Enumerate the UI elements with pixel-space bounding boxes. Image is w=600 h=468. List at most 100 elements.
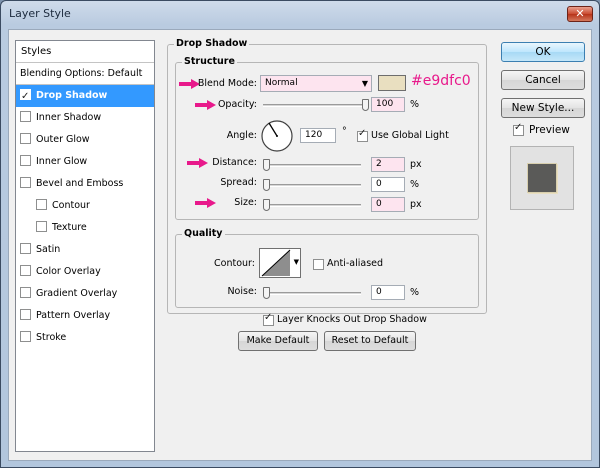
new-style-button[interactable]: New Style... bbox=[501, 98, 585, 118]
opacity-input[interactable]: 100 bbox=[371, 97, 405, 112]
size-unit: px bbox=[410, 199, 422, 210]
cancel-button[interactable]: Cancel bbox=[501, 70, 585, 90]
style-item-checkbox[interactable] bbox=[36, 221, 47, 232]
style-item-label: Pattern Overlay bbox=[36, 310, 111, 321]
style-item-label: Satin bbox=[36, 244, 61, 255]
spread-label: Spread: bbox=[220, 177, 257, 188]
structure-title: Structure bbox=[182, 56, 237, 67]
style-item-checkbox[interactable] bbox=[20, 243, 31, 254]
style-item-checkbox[interactable] bbox=[20, 111, 31, 122]
style-item-label: Contour bbox=[52, 200, 90, 211]
distance-input[interactable]: 2 bbox=[371, 157, 405, 172]
size-slider-thumb[interactable] bbox=[263, 199, 270, 211]
style-item-label: Stroke bbox=[36, 332, 67, 343]
ok-button[interactable]: OK bbox=[501, 42, 585, 62]
reset-to-default-button[interactable]: Reset to Default bbox=[324, 331, 416, 351]
contour-picker[interactable]: ▼ bbox=[259, 248, 301, 278]
style-item-stroke[interactable]: Stroke bbox=[16, 327, 154, 349]
size-slider-track[interactable] bbox=[263, 204, 361, 207]
size-label: Size: bbox=[234, 197, 257, 208]
blend-mode-value: Normal bbox=[265, 78, 298, 88]
style-item-label: Drop Shadow bbox=[36, 90, 108, 101]
distance-slider-track[interactable] bbox=[263, 164, 361, 167]
anti-aliased-checkbox[interactable] bbox=[313, 259, 324, 270]
style-item-gradient-overlay[interactable]: Gradient Overlay bbox=[16, 283, 154, 305]
quality-title: Quality bbox=[182, 228, 225, 239]
preview-swatch bbox=[527, 163, 557, 193]
angle-dial-icon[interactable] bbox=[260, 119, 294, 153]
size-input[interactable]: 0 bbox=[371, 197, 405, 212]
style-item-satin[interactable]: Satin bbox=[16, 239, 154, 261]
style-item-label: Texture bbox=[52, 222, 87, 233]
style-item-label: Gradient Overlay bbox=[36, 288, 118, 299]
style-item-checkbox[interactable] bbox=[20, 86, 31, 108]
style-item-label: Inner Shadow bbox=[36, 112, 102, 123]
style-item-checkbox[interactable] bbox=[20, 309, 31, 320]
style-item-contour[interactable]: Contour bbox=[16, 195, 154, 217]
preview-label: Preview bbox=[529, 124, 570, 136]
use-global-light-label: Use Global Light bbox=[371, 130, 449, 141]
title-bar[interactable]: Layer Style ✕ bbox=[1, 1, 599, 29]
style-item-pattern-overlay[interactable]: Pattern Overlay bbox=[16, 305, 154, 327]
styles-header[interactable]: Styles bbox=[16, 41, 154, 63]
style-item-checkbox[interactable] bbox=[36, 199, 47, 210]
style-item-inner-shadow[interactable]: Inner Shadow bbox=[16, 107, 154, 129]
distance-label: Distance: bbox=[212, 157, 257, 168]
blending-options-item[interactable]: Blending Options: Default bbox=[16, 63, 154, 85]
style-item-label: Inner Glow bbox=[36, 156, 88, 167]
contour-linear-icon bbox=[261, 249, 291, 277]
style-item-label: Bevel and Emboss bbox=[36, 178, 124, 189]
degree-unit: ° bbox=[342, 126, 347, 137]
noise-slider-track[interactable] bbox=[263, 292, 361, 295]
opacity-slider-track[interactable] bbox=[263, 104, 365, 107]
make-default-button[interactable]: Make Default bbox=[238, 331, 318, 351]
dialog-body: Styles Blending Options: Default Drop Sh… bbox=[8, 29, 592, 461]
chevron-down-icon: ▼ bbox=[361, 79, 368, 88]
style-item-color-overlay[interactable]: Color Overlay bbox=[16, 261, 154, 283]
spread-unit: % bbox=[410, 179, 420, 190]
preview-thumbnail bbox=[510, 146, 574, 210]
noise-unit: % bbox=[410, 287, 420, 298]
style-item-drop-shadow[interactable]: Drop Shadow bbox=[16, 85, 154, 108]
blend-mode-select[interactable]: Normal ▼ bbox=[260, 75, 372, 92]
window-title: Layer Style bbox=[9, 7, 71, 20]
shadow-color-swatch[interactable] bbox=[378, 75, 406, 91]
blend-mode-label: Blend Mode: bbox=[197, 78, 257, 89]
style-item-checkbox[interactable] bbox=[20, 331, 31, 342]
distance-unit: px bbox=[410, 159, 422, 170]
preview-checkbox[interactable] bbox=[513, 122, 524, 136]
opacity-label: Opacity: bbox=[217, 99, 257, 110]
spread-slider-track[interactable] bbox=[263, 184, 361, 187]
distance-slider-thumb[interactable] bbox=[263, 159, 270, 171]
angle-label: Angle: bbox=[226, 130, 257, 141]
style-item-checkbox[interactable] bbox=[20, 177, 31, 188]
use-global-light-checkbox[interactable] bbox=[357, 128, 368, 142]
style-item-inner-glow[interactable]: Inner Glow bbox=[16, 151, 154, 173]
style-item-label: Outer Glow bbox=[36, 134, 90, 145]
spread-slider-thumb[interactable] bbox=[263, 179, 270, 191]
opacity-unit: % bbox=[410, 99, 420, 110]
close-icon[interactable]: ✕ bbox=[567, 6, 593, 22]
spread-input[interactable]: 0 bbox=[371, 177, 405, 192]
layer-style-dialog: Layer Style ✕ Styles Blending Options: D… bbox=[0, 0, 600, 468]
style-item-label: Color Overlay bbox=[36, 266, 101, 277]
angle-input[interactable]: 120 bbox=[300, 128, 336, 143]
contour-label: Contour: bbox=[214, 258, 255, 269]
noise-input[interactable]: 0 bbox=[371, 285, 405, 300]
layer-knocks-out-checkbox[interactable] bbox=[263, 312, 274, 326]
noise-slider-thumb[interactable] bbox=[263, 287, 270, 299]
style-item-checkbox[interactable] bbox=[20, 265, 31, 276]
style-item-checkbox[interactable] bbox=[20, 133, 31, 144]
noise-label: Noise: bbox=[227, 286, 257, 297]
style-item-texture[interactable]: Texture bbox=[16, 217, 154, 239]
opacity-slider-thumb[interactable] bbox=[362, 99, 369, 111]
style-item-checkbox[interactable] bbox=[20, 155, 31, 166]
anti-aliased-label: Anti-aliased bbox=[327, 258, 384, 269]
drop-shadow-title: Drop Shadow bbox=[174, 38, 250, 49]
style-item-checkbox[interactable] bbox=[20, 287, 31, 298]
style-item-outer-glow[interactable]: Outer Glow bbox=[16, 129, 154, 151]
chevron-down-icon: ▼ bbox=[293, 258, 299, 266]
styles-list: Styles Blending Options: Default Drop Sh… bbox=[15, 40, 155, 452]
color-hex-annotation: #e9dfc0 bbox=[411, 73, 471, 89]
style-item-bevel-and-emboss[interactable]: Bevel and Emboss bbox=[16, 173, 154, 195]
